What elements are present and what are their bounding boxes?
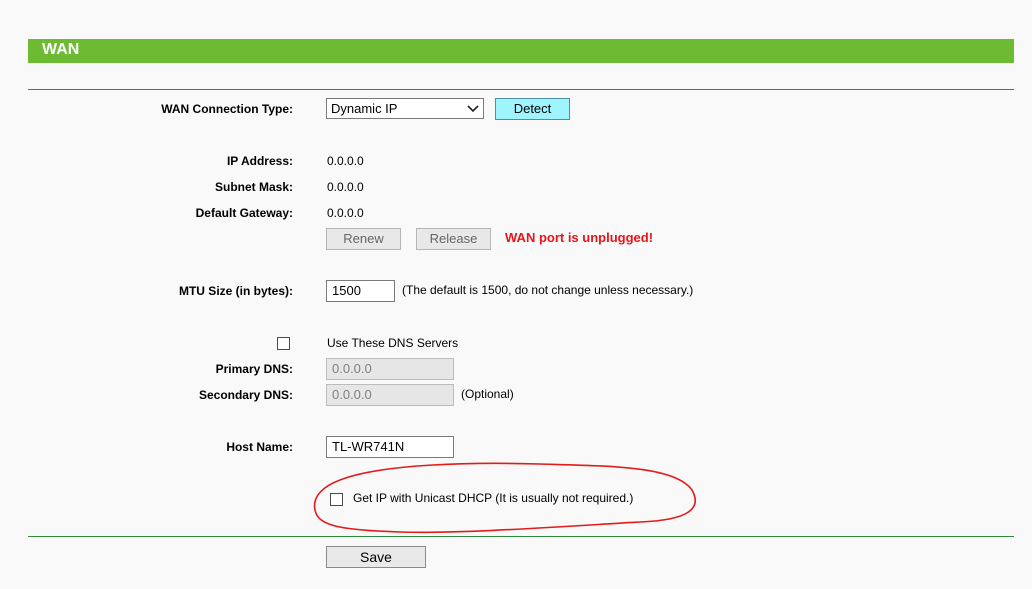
optional-hint: (Optional) xyxy=(461,387,514,401)
wan-unplugged-warning: WAN port is unplugged! xyxy=(505,230,654,245)
red-annotation-circle xyxy=(313,462,697,534)
wan-connection-type-label: WAN Connection Type: xyxy=(161,102,293,116)
wan-connection-type-value: Dynamic IP xyxy=(331,101,398,116)
default-gateway-label: Default Gateway: xyxy=(195,206,293,220)
default-gateway-value: 0.0.0.0 xyxy=(327,206,364,220)
detect-button[interactable]: Detect xyxy=(495,98,570,120)
primary-dns-input[interactable]: 0.0.0.0 xyxy=(326,358,454,380)
secondary-dns-label: Secondary DNS: xyxy=(198,388,293,402)
bottom-divider xyxy=(28,536,1014,537)
mtu-size-label: MTU Size (in bytes): xyxy=(178,284,293,298)
page-title: WAN xyxy=(42,41,80,58)
subnet-mask-value: 0.0.0.0 xyxy=(327,180,364,194)
mtu-size-input[interactable]: 1500 xyxy=(326,280,395,302)
mtu-hint: (The default is 1500, do not change unle… xyxy=(402,283,694,297)
primary-dns-label: Primary DNS: xyxy=(215,362,293,376)
release-button[interactable]: Release xyxy=(416,228,491,250)
use-dns-label: Use These DNS Servers xyxy=(327,336,459,350)
use-dns-checkbox[interactable] xyxy=(277,337,290,350)
host-name-input[interactable]: TL-WR741N xyxy=(326,436,454,458)
host-name-label: Host Name: xyxy=(226,440,293,454)
top-divider xyxy=(28,89,1014,90)
subnet-mask-label: Subnet Mask: xyxy=(214,180,293,194)
ip-address-value: 0.0.0.0 xyxy=(327,154,364,168)
renew-button[interactable]: Renew xyxy=(326,228,401,250)
ip-address-label: IP Address: xyxy=(226,154,293,168)
save-button[interactable]: Save xyxy=(326,546,426,568)
chevron-down-icon xyxy=(467,105,479,113)
wan-title-bar: WAN xyxy=(28,39,1014,63)
secondary-dns-input[interactable]: 0.0.0.0 xyxy=(326,384,454,406)
wan-connection-type-select[interactable]: Dynamic IP xyxy=(326,98,484,119)
